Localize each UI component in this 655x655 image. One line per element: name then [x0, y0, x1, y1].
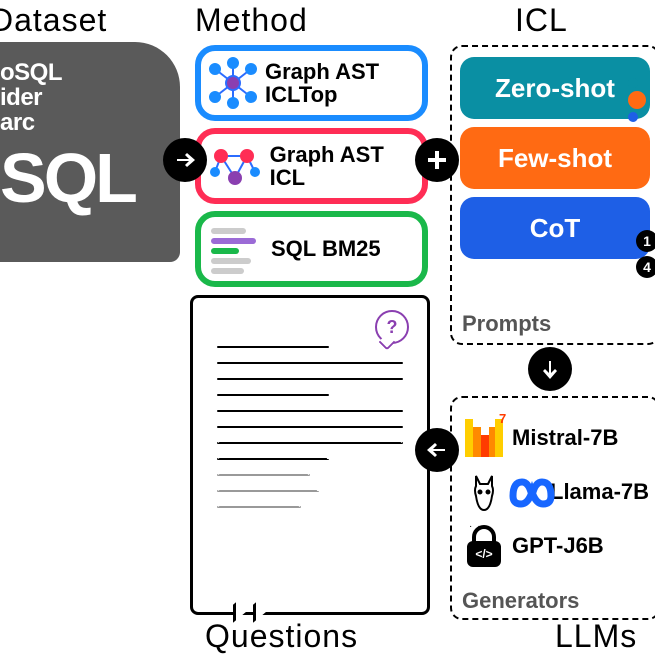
text-line-icon	[217, 394, 329, 396]
side-dots-icon	[628, 75, 646, 125]
method-card-label: Graph AST ICLTop	[265, 60, 422, 106]
prompt-few-shot: Few-shot	[460, 127, 650, 189]
method-card-label: Graph AST ICL	[270, 143, 422, 189]
text-line-dashed-icon	[217, 506, 301, 508]
text-line-dashed-icon	[217, 474, 310, 476]
generators-panel: 7 Mistral-7B Llama-7B · · ·</> GPT-J6B G…	[450, 396, 655, 620]
arrow-left-icon	[415, 428, 459, 472]
generator-llama: Llama-7B	[460, 468, 650, 516]
method-card-graph-ast-icltop: Graph AST ICLTop	[195, 45, 428, 121]
dataset-big-label: SQL	[0, 138, 170, 218]
graph-icon	[205, 52, 261, 114]
generator-label: Llama-7B	[550, 479, 649, 505]
arrow-down-icon	[528, 347, 572, 391]
text-line-icon	[217, 346, 329, 348]
header-dataset: Dataset	[0, 2, 107, 39]
prompts-caption: Prompts	[462, 311, 551, 337]
plus-icon	[415, 138, 459, 182]
graph-icon	[205, 135, 266, 197]
question-mark-icon: ?	[375, 310, 409, 344]
arrow-right-icon	[163, 138, 207, 182]
text-line-icon	[217, 410, 403, 412]
header-icl: ICL	[515, 2, 568, 39]
text-line-icon	[217, 362, 403, 364]
dataset-line: arc	[0, 110, 170, 135]
text-line-dashed-icon	[217, 442, 403, 444]
generator-label: GPT-J6B	[512, 533, 604, 559]
method-card-label: SQL BM25	[271, 237, 381, 260]
generator-mistral: 7 Mistral-7B	[460, 414, 650, 462]
dataset-line: oSQL	[0, 60, 170, 85]
dataset-block: oSQL ider arc SQL	[0, 42, 180, 262]
meta-icon	[508, 468, 556, 516]
method-card-graph-ast-icl: Graph AST ICL	[195, 128, 428, 204]
header-method: Method	[195, 2, 308, 39]
generator-label: Mistral-7B	[512, 425, 618, 451]
header-llms: LLMs	[555, 618, 637, 655]
text-line-icon	[217, 378, 403, 380]
llama-icon	[460, 468, 508, 516]
code-lock-icon: · · ·</>	[460, 522, 508, 570]
text-line-icon	[217, 426, 403, 428]
questions-panel: ?	[190, 295, 430, 615]
dataset-line: ider	[0, 85, 170, 110]
header-questions: Questions	[205, 618, 358, 655]
prompt-zero-shot: Zero-shot	[460, 57, 650, 119]
text-line-dashed-icon	[217, 458, 329, 460]
mistral-icon: 7	[460, 414, 508, 462]
method-card-sql-bm25: SQL BM25	[195, 211, 428, 287]
text-line-dashed-icon	[217, 490, 319, 492]
number-circle: 4	[636, 256, 655, 278]
generators-caption: Generators	[462, 588, 579, 614]
number-circle: 1	[636, 230, 655, 252]
icl-prompts-panel: Zero-shot Few-shot CoT Prompts	[450, 45, 655, 345]
document-lines-icon	[205, 218, 267, 280]
prompt-cot: CoT	[460, 197, 650, 259]
generator-gptj: · · ·</> GPT-J6B	[460, 522, 650, 570]
